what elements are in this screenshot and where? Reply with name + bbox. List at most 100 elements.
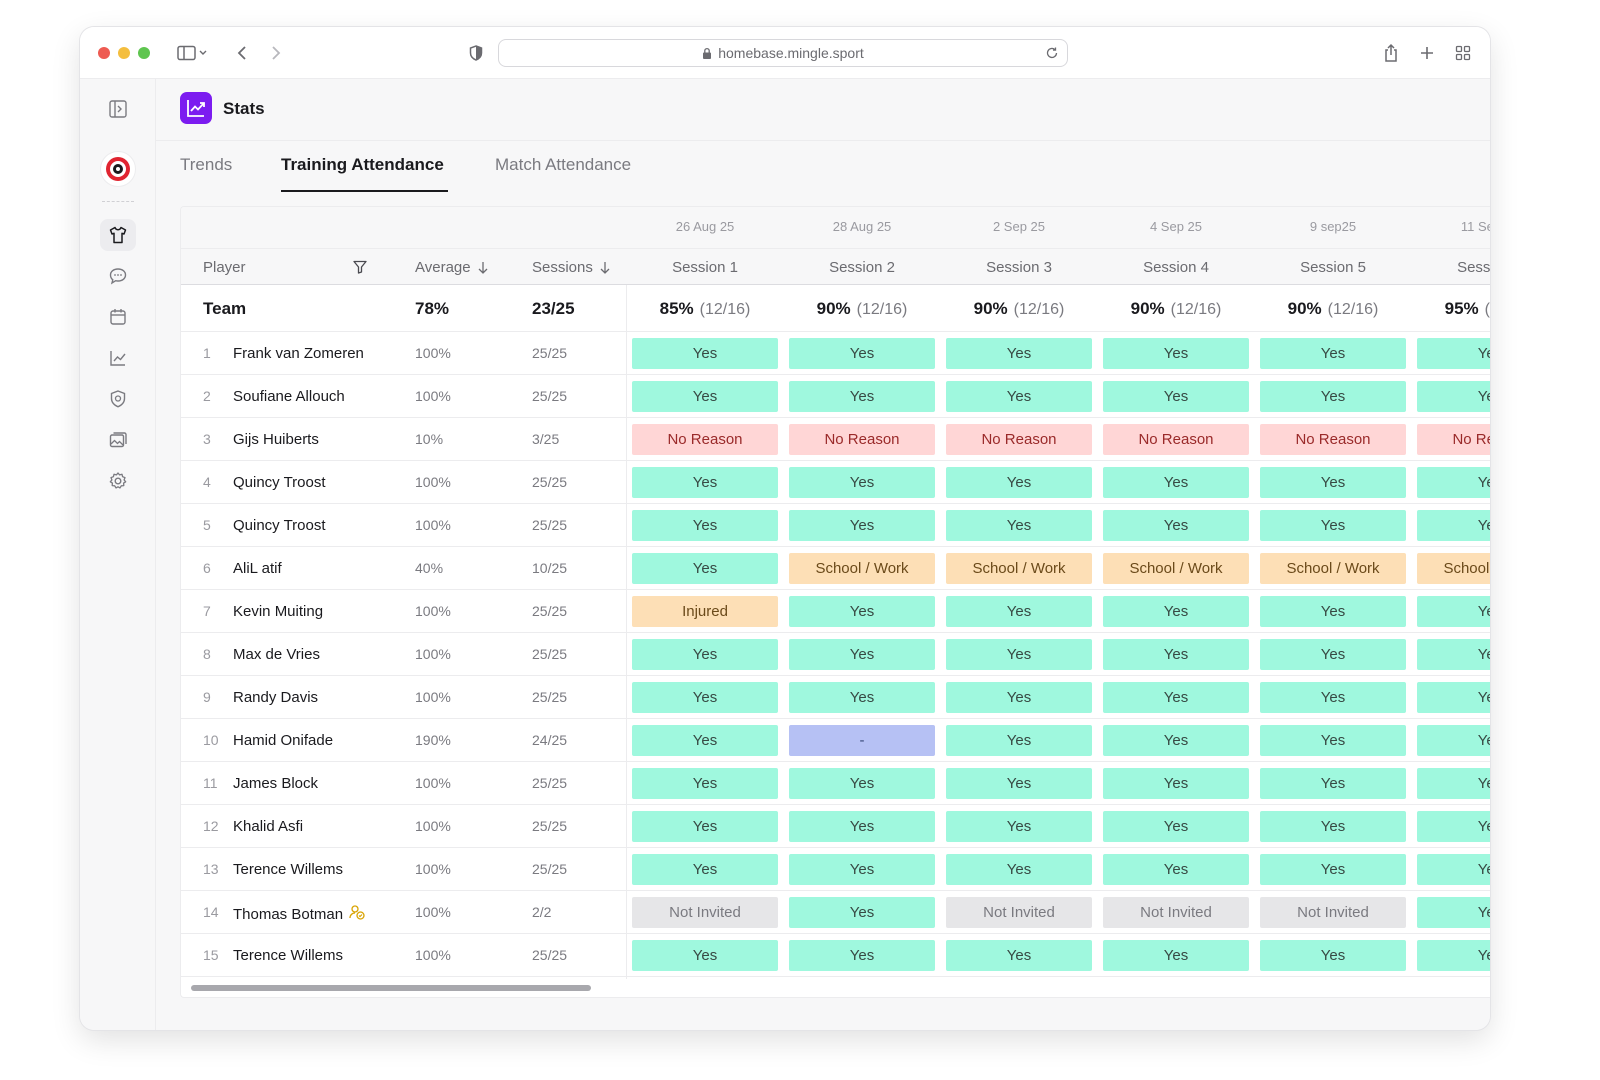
attendance-cell[interactable]: Yes [1417,854,1490,885]
attendance-cell[interactable]: Yes [1260,467,1406,498]
attendance-cell[interactable]: Yes [789,639,935,670]
attendance-cell[interactable]: Yes [1103,854,1249,885]
table-row[interactable]: 11 James Block 100% 25/25 Yes Yes Yes Yes Yes Yes [181,762,1490,805]
attendance-cell[interactable]: Yes [1103,768,1249,799]
attendance-cell[interactable]: Yes [1417,811,1490,842]
shield-icon[interactable] [100,383,136,415]
chat-icon[interactable] [100,260,136,292]
player-name[interactable]: Khalid Asfi [233,818,303,835]
attendance-cell[interactable]: Yes [946,338,1092,369]
attendance-cell[interactable]: Yes [1103,639,1249,670]
attendance-cell[interactable]: Yes [789,940,935,971]
attendance-cell[interactable]: Yes [1260,510,1406,541]
attendance-cell[interactable]: No Reason [632,424,778,455]
attendance-cell[interactable]: Yes [789,467,935,498]
maximize-window-button[interactable] [138,47,150,59]
attendance-cell[interactable]: Injured [632,596,778,627]
attendance-cell[interactable]: Yes [632,510,778,541]
calendar-icon[interactable] [100,301,136,333]
reload-icon[interactable] [1045,46,1059,60]
table-row[interactable]: 7 Kevin Muiting 100% 25/25 Injured Yes Yes Yes Y… [181,590,1490,633]
table-row[interactable]: 2 Soufiane Allouch 100% 25/25 Yes Yes Yes Yes Ye… [181,375,1490,418]
player-name[interactable]: Terence Willems [233,861,343,878]
player-name[interactable]: Frank van Zomeren [233,345,364,362]
attendance-cell[interactable]: No Reason [789,424,935,455]
attendance-cell[interactable]: Yes [946,854,1092,885]
attendance-cell[interactable]: Yes [632,467,778,498]
attendance-cell[interactable]: Yes [946,596,1092,627]
collapse-sidebar-icon[interactable] [100,93,136,125]
attendance-cell[interactable]: Yes [789,811,935,842]
attendance-cell[interactable]: School / Work [1417,553,1490,584]
attendance-cell[interactable]: Yes [632,553,778,584]
player-name[interactable]: Thomas Botman [233,904,365,924]
forward-icon[interactable] [266,41,286,65]
table-row[interactable]: 10Hamid Onifade190%24/25Yes-YesYesYesYes [181,719,1490,762]
attendance-cell[interactable]: Yes [1103,811,1249,842]
session-column-header[interactable]: Session 4 [1103,259,1249,276]
table-row[interactable]: 1 Frank van Zomeren 100% 25/25 Yes Yes Yes Yes Y… [181,332,1490,375]
attendance-cell[interactable]: Yes [632,811,778,842]
attendance-cell[interactable]: School / Work [1260,553,1406,584]
attendance-cell[interactable]: Yes [1103,682,1249,713]
session-column-header[interactable]: Session 2 [789,259,935,276]
player-name[interactable]: Soufiane Allouch [233,388,345,405]
table-row[interactable]: 13 Terence Willems 100% 25/25 Yes Yes Yes Yes Ye… [181,848,1490,891]
attendance-cell[interactable]: No Reason [946,424,1092,455]
attendance-cell[interactable]: School / Work [946,553,1092,584]
attendance-cell[interactable]: Yes [632,639,778,670]
sidebar-toggle-icon[interactable] [174,41,210,65]
attendance-cell[interactable]: Yes [1417,510,1490,541]
new-tab-icon[interactable] [1416,41,1438,65]
attendance-cell[interactable]: - [789,725,935,756]
privacy-shield-icon[interactable] [466,41,486,65]
attendance-cell[interactable]: Yes [1417,940,1490,971]
attendance-cell[interactable]: Yes [1260,639,1406,670]
attendance-cell[interactable]: Yes [1417,897,1490,928]
player-name[interactable]: Max de Vries [233,646,320,663]
attendance-cell[interactable]: Yes [1260,811,1406,842]
player-name[interactable]: Quincy Troost [233,517,326,534]
attendance-cell[interactable]: Yes [789,510,935,541]
player-name[interactable]: Kevin Muiting [233,603,323,620]
attendance-cell[interactable]: Yes [1260,682,1406,713]
attendance-cell[interactable]: Yes [632,682,778,713]
table-row[interactable]: 15 Terence Willems 100% 25/25 Yes Yes Yes Yes Ye… [181,934,1490,977]
table-row[interactable]: 12 Khalid Asfi 100% 25/25 Yes Yes Yes Yes Yes Yes [181,805,1490,848]
attendance-cell[interactable]: Yes [946,811,1092,842]
attendance-cell[interactable]: Yes [946,510,1092,541]
attendance-cell[interactable]: Yes [1260,725,1406,756]
attendance-cell[interactable]: Yes [1417,596,1490,627]
table-row[interactable]: 6 AliL atif 40% 10/25 Yes School / Work School… [181,547,1490,590]
attendance-cell[interactable]: No Reason [1103,424,1249,455]
attendance-cell[interactable]: Not Invited [946,897,1092,928]
filter-icon[interactable] [353,260,367,279]
tab-training-attendance[interactable]: Training Attendance [281,155,444,175]
attendance-cell[interactable]: Yes [946,381,1092,412]
player-name[interactable]: Gijs Huiberts [233,431,319,448]
attendance-cell[interactable]: Yes [1260,768,1406,799]
attendance-cell[interactable]: Yes [789,381,935,412]
attendance-cell[interactable]: Yes [1103,338,1249,369]
gear-icon[interactable] [100,465,136,497]
attendance-cell[interactable]: Yes [1103,467,1249,498]
attendance-cell[interactable]: Yes [1417,768,1490,799]
player-name[interactable]: James Block [233,775,318,792]
player-name[interactable]: Quincy Troost [233,474,326,491]
chart-icon[interactable] [100,342,136,374]
close-window-button[interactable] [98,47,110,59]
attendance-cell[interactable]: Yes [946,725,1092,756]
player-name[interactable]: Hamid Onifade [233,732,333,749]
attendance-cell[interactable]: Yes [1417,338,1490,369]
tab-trends[interactable]: Trends [180,155,232,175]
attendance-cell[interactable]: Yes [789,897,935,928]
attendance-cell[interactable]: Yes [1260,338,1406,369]
player-name[interactable]: Terence Willems [233,947,343,964]
attendance-cell[interactable]: School / Work [1103,553,1249,584]
share-icon[interactable] [1380,41,1402,65]
attendance-cell[interactable]: Yes [1103,510,1249,541]
session-column-header[interactable]: Session 1 [632,259,778,276]
player-column-header[interactable]: Player [203,259,246,276]
gallery-icon[interactable] [100,424,136,456]
attendance-cell[interactable]: Yes [1260,854,1406,885]
